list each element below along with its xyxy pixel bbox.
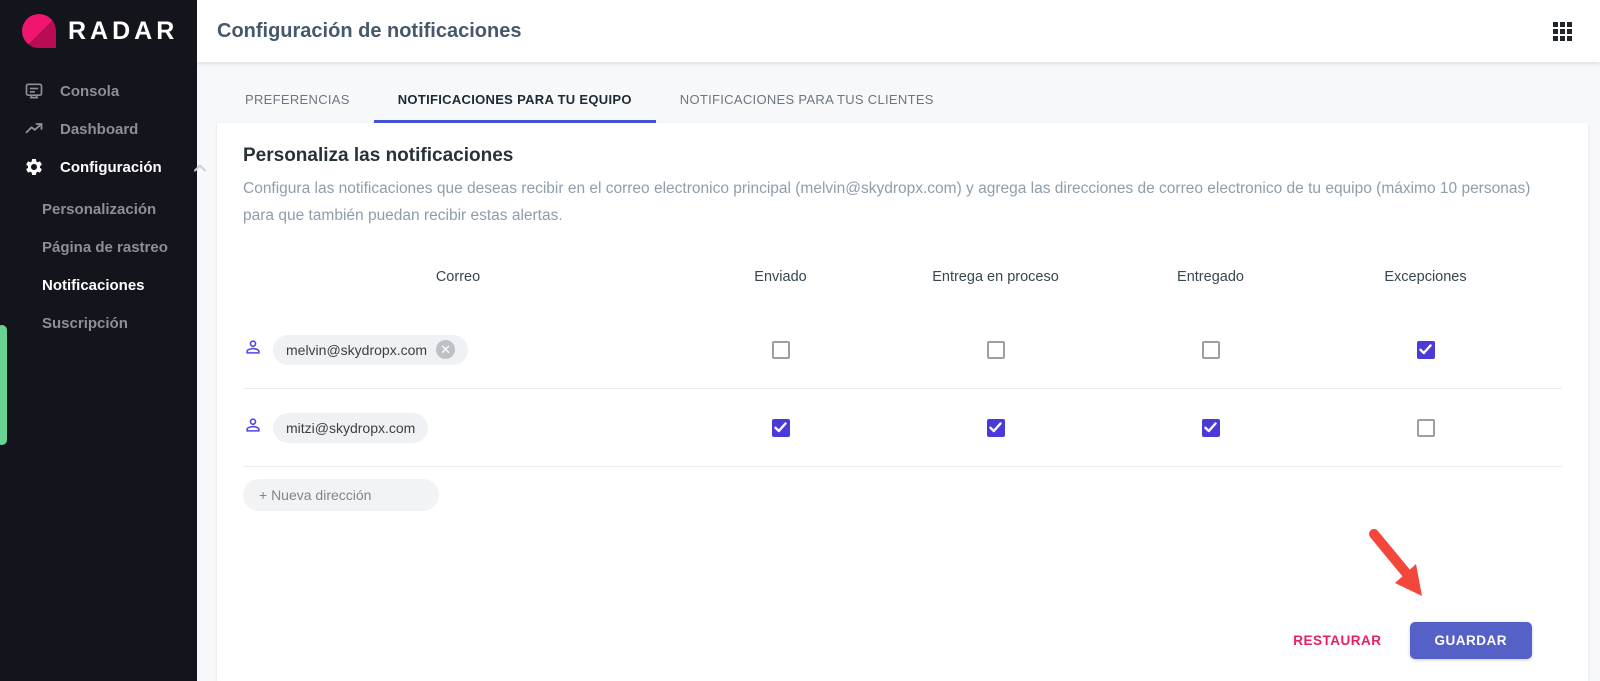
column-header-entregado: Entregado	[1177, 269, 1244, 285]
gear-icon	[24, 157, 44, 177]
radar-logo-icon	[22, 14, 56, 48]
table-header-row: Correo Enviado Entrega en proceso Entreg…	[243, 263, 1562, 311]
checkbox-row1-enviado[interactable]	[771, 340, 790, 359]
sidebar-item-label: Configuración	[60, 158, 162, 176]
app-window: RADAR Consola Dashboard Configuración Pe…	[0, 0, 1600, 681]
tab-preferencias[interactable]: PREFERENCIAS	[221, 82, 374, 123]
sidebar-item-dashboard[interactable]: Dashboard	[0, 110, 197, 148]
person-icon	[243, 337, 263, 362]
email-cell: mitzi@skydropx.com	[243, 412, 673, 443]
checkbox-row2-entregado[interactable]	[1201, 418, 1220, 437]
restore-button[interactable]: RESTAURAR	[1293, 633, 1381, 648]
email-chip-label: melvin@skydropx.com	[286, 341, 428, 358]
notifications-card: Personaliza las notificaciones Configura…	[217, 123, 1588, 681]
sidebar: RADAR Consola Dashboard Configuración Pe…	[0, 0, 206, 681]
brand-name: RADAR	[68, 16, 179, 45]
configuracion-submenu: Personalización Página de rastreo Notifi…	[0, 186, 197, 342]
email-chip[interactable]: mitzi@skydropx.com	[273, 412, 429, 443]
tab-notificaciones-clientes[interactable]: NOTIFICACIONES PARA TUS CLIENTES	[656, 82, 958, 123]
page-title: Configuración de notificaciones	[217, 19, 522, 42]
brand-logo[interactable]: RADAR	[0, 0, 197, 62]
sidebar-subitem-label: Personalización	[42, 200, 157, 218]
console-icon	[24, 81, 44, 101]
column-header-entrega-en-proceso: Entrega en proceso	[932, 269, 1059, 285]
tab-notificaciones-equipo[interactable]: NOTIFICACIONES PARA TU EQUIPO	[373, 82, 656, 123]
sidebar-item-label: Dashboard	[60, 120, 139, 138]
top-bar: Configuración de notificaciones	[197, 0, 1600, 62]
sidebar-item-notificaciones[interactable]: Notificaciones	[0, 266, 197, 304]
save-button[interactable]: GUARDAR	[1409, 622, 1532, 659]
email-chip-label: mitzi@skydropx.com	[286, 419, 416, 436]
sidebar-subitem-label: Notificaciones	[42, 276, 145, 294]
column-header-correo: Correo	[435, 269, 481, 285]
checkbox-row1-entregado[interactable]	[1201, 340, 1220, 359]
sidebar-item-configuracion[interactable]: Configuración	[0, 148, 206, 186]
checkbox-row2-excepciones[interactable]	[1416, 418, 1435, 437]
column-header-excepciones: Excepciones	[1384, 269, 1467, 285]
column-header-enviado: Enviado	[754, 269, 807, 285]
footer-actions: RESTAURAR GUARDAR	[243, 622, 1562, 667]
trending-up-icon	[24, 119, 44, 139]
sidebar-subitem-label: Página de rastreo	[42, 238, 168, 256]
checkbox-row2-enviado[interactable]	[771, 418, 790, 437]
notifications-table: Correo Enviado Entrega en proceso Entreg…	[243, 263, 1562, 467]
main-area: Configuración de notificaciones PREFEREN…	[197, 0, 1600, 681]
scroll-indicator	[0, 325, 7, 445]
email-cell: melvin@skydropx.com ✕	[243, 334, 673, 365]
apps-grid-icon[interactable]	[1553, 21, 1572, 41]
table-row: melvin@skydropx.com ✕	[243, 311, 1562, 389]
person-icon	[243, 415, 263, 440]
checkbox-row1-excepciones[interactable]	[1416, 340, 1435, 359]
sidebar-nav: Consola Dashboard Configuración	[0, 62, 206, 186]
section-description: Configura las notificaciones que deseas …	[243, 180, 1531, 224]
checkbox-row2-entrega-en-proceso[interactable]	[986, 418, 1005, 437]
table-row: mitzi@skydropx.com	[243, 389, 1562, 467]
sidebar-item-suscripcion[interactable]: Suscripción	[0, 304, 197, 342]
checkbox-row1-entrega-en-proceso[interactable]	[986, 340, 1005, 359]
email-chip[interactable]: melvin@skydropx.com ✕	[273, 334, 469, 365]
sidebar-item-pagina-de-rastreo[interactable]: Página de rastreo	[0, 228, 197, 266]
tab-bar: PREFERENCIAS NOTIFICACIONES PARA TU EQUI…	[221, 82, 1600, 123]
sidebar-item-label: Consola	[60, 82, 120, 100]
sidebar-subitem-label: Suscripción	[42, 314, 128, 332]
sidebar-item-personalizacion[interactable]: Personalización	[0, 190, 197, 228]
remove-email-icon[interactable]: ✕	[436, 340, 456, 359]
chevron-up-icon	[193, 159, 206, 176]
sidebar-item-consola[interactable]: Consola	[0, 72, 197, 110]
section-heading: Personaliza las notificaciones	[243, 145, 514, 166]
add-address-button[interactable]: + Nueva dirección	[243, 479, 439, 511]
